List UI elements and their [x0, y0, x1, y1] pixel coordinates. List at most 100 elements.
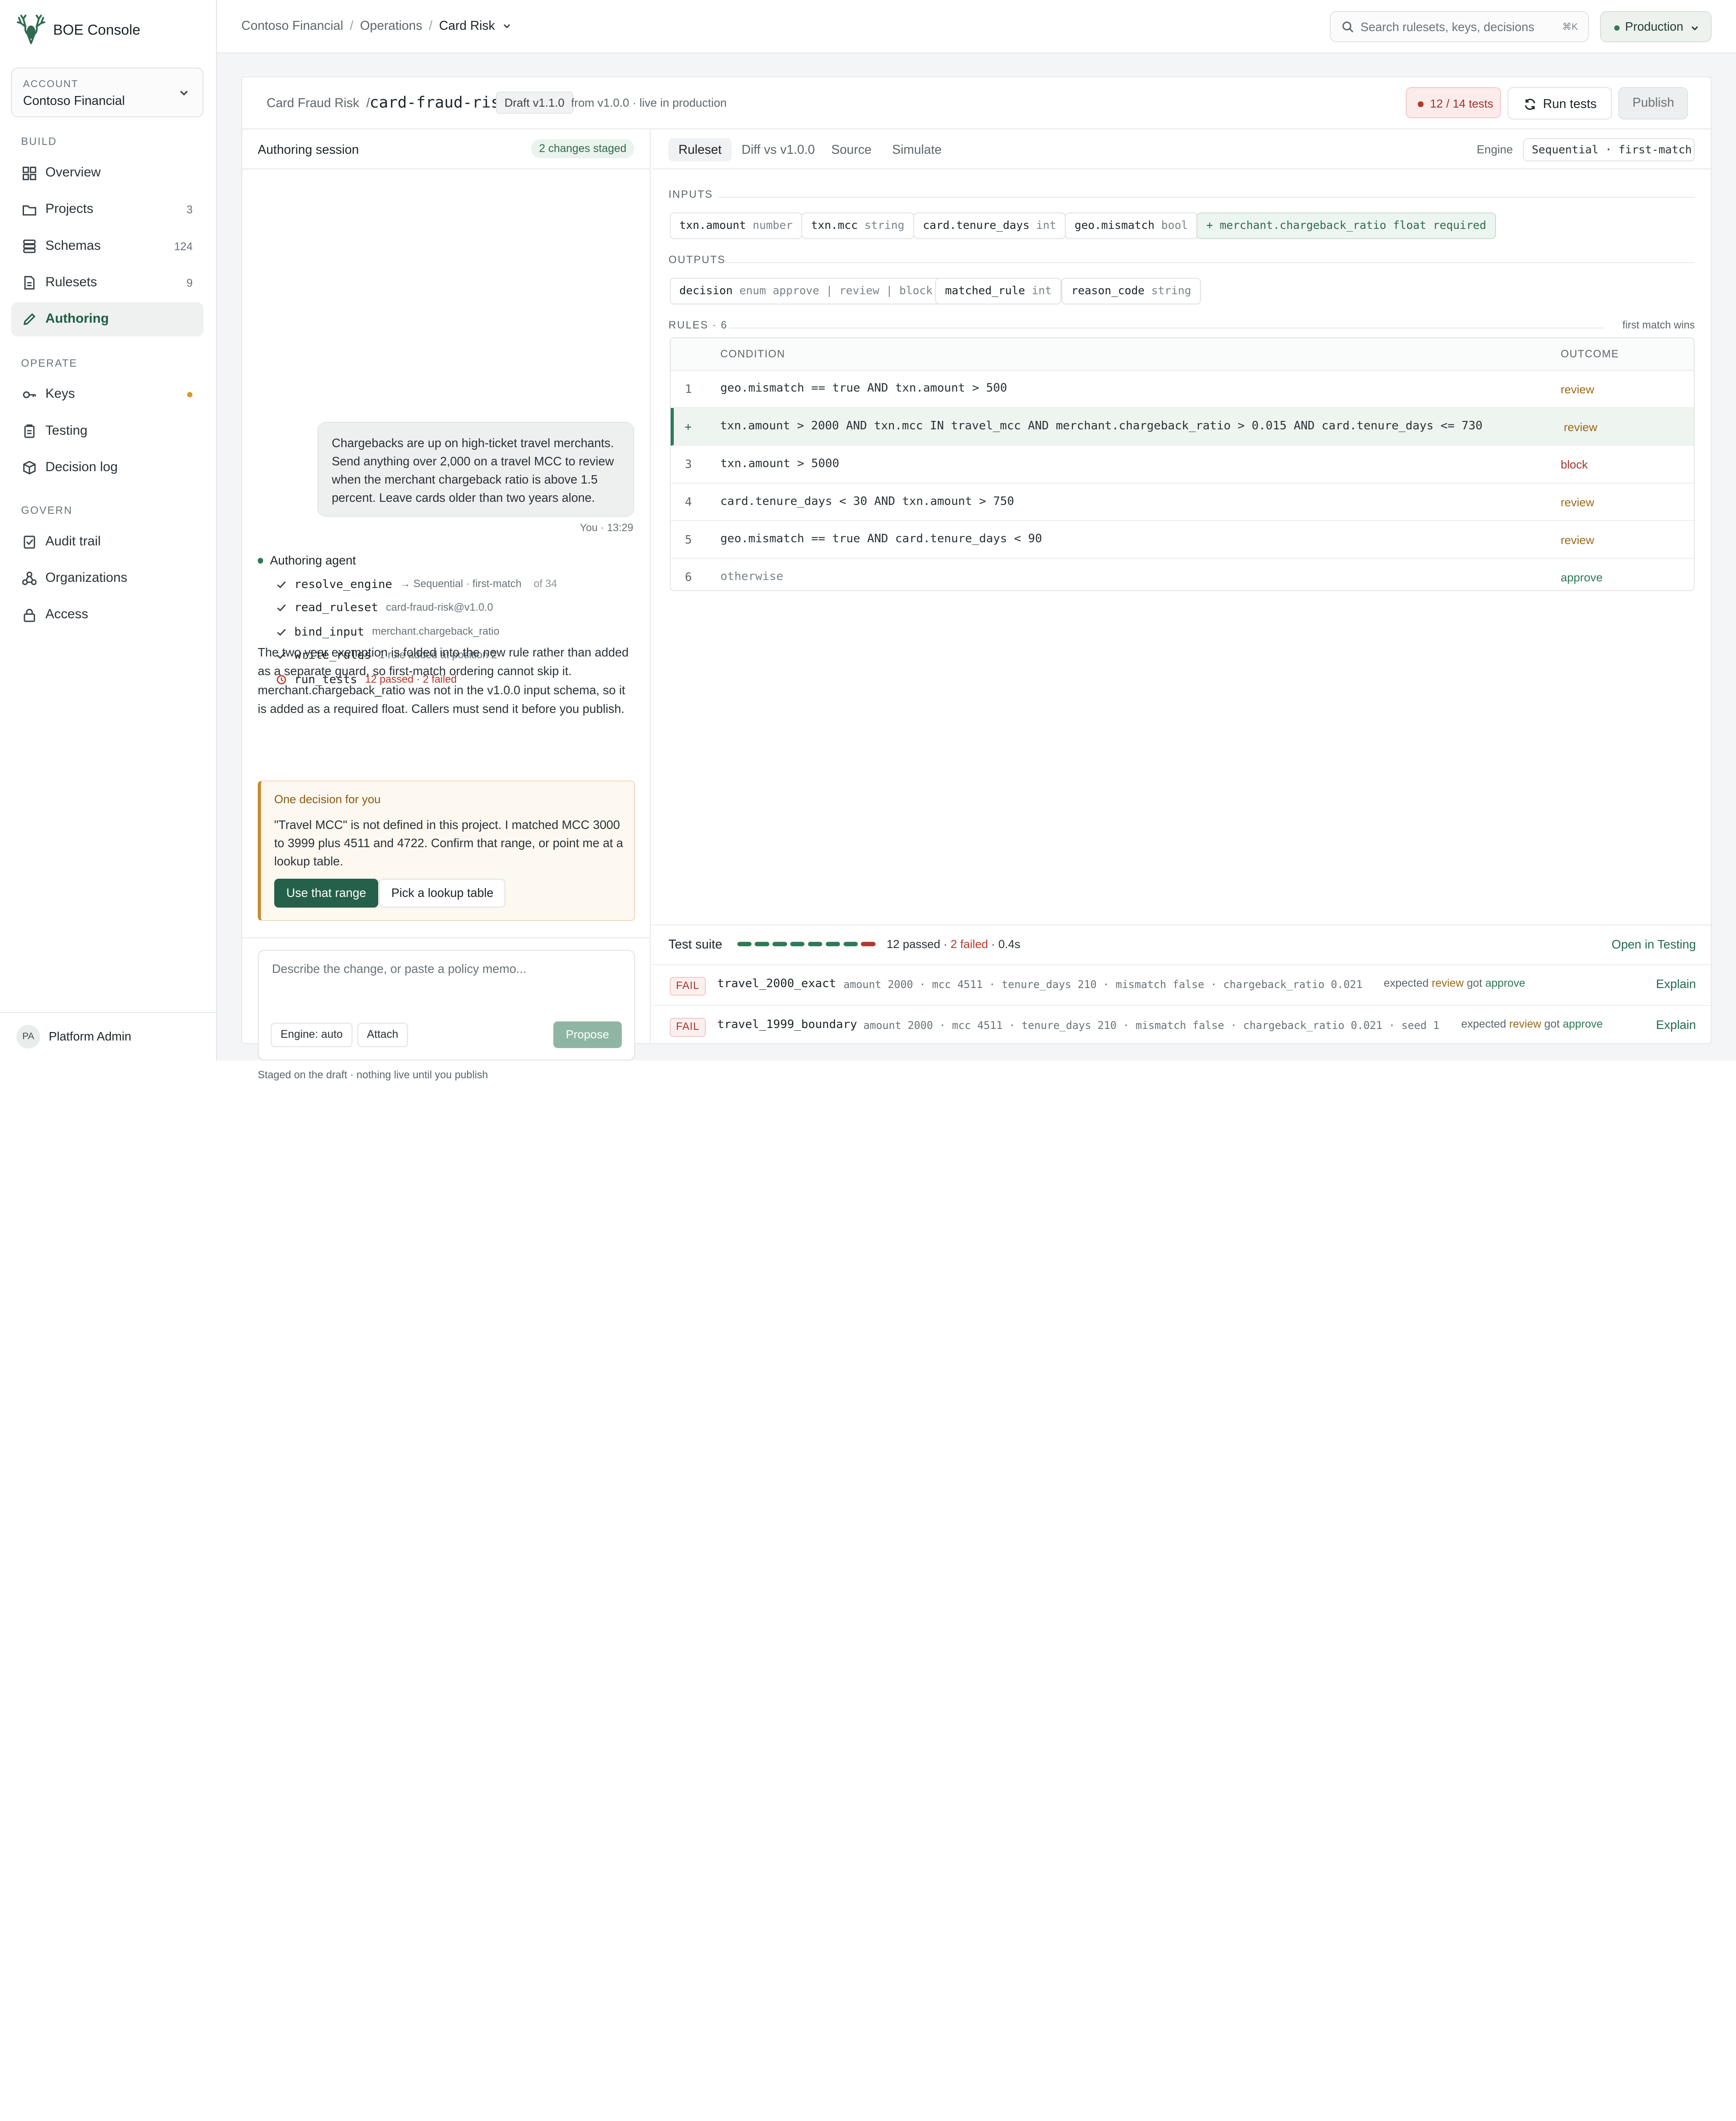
checklist-icon	[24, 536, 35, 549]
test-failure-row[interactable]: FAIL travel_2000_exact amount 2000 · mcc…	[652, 964, 1713, 1005]
tool-call[interactable]: resolve_engine → Sequential · first-matc…	[276, 576, 557, 593]
output-field-chip[interactable]: matched_rule int	[935, 277, 1062, 304]
count-badge: 124	[174, 240, 193, 253]
run-tests-button[interactable]: Run tests	[1508, 87, 1612, 120]
rule-number: 4	[684, 495, 692, 509]
tool-name: resolve_engine	[294, 577, 392, 591]
search-box[interactable]: ⌘K	[1329, 11, 1589, 42]
ruleset-editor: Ruleset Diff vs v1.0.0 Source Simulate E…	[652, 129, 1713, 1046]
ruleset-slug: card-fraud-risk	[369, 94, 510, 112]
rule-row[interactable]: 1 geo.mismatch == true AND txn.amount > …	[670, 371, 1694, 408]
test-args: amount 2000 · mcc 4511 · tenure_days 210…	[843, 978, 1363, 991]
test-suite-panel: Test suite 12 passed · 2 failed · 0.4s O…	[652, 924, 1713, 1046]
input-field-chip[interactable]: txn.mcc string	[801, 212, 914, 239]
output-field-chip[interactable]: reason_code string	[1061, 277, 1201, 304]
user-name: Platform Admin	[48, 1029, 132, 1044]
count-badge: 9	[186, 276, 193, 289]
publish-button[interactable]: Publish	[1618, 87, 1688, 120]
test-expectation: expected review got approve	[1461, 1018, 1603, 1031]
sidebar-item-overview[interactable]: Overview	[11, 156, 204, 190]
clipboard-icon	[24, 424, 35, 438]
tool-call[interactable]: bind_input merchant.chargeback_ratio	[276, 623, 500, 641]
session-header: Authoring session 2 changes staged	[242, 129, 651, 169]
tool-detail: merchant.chargeback_ratio	[372, 626, 500, 638]
engine-label: Engine	[1476, 142, 1513, 156]
engine-selector[interactable]: Sequential · first-match	[1523, 138, 1695, 162]
sidebar-item-organizations[interactable]: Organizations	[11, 561, 204, 596]
breadcrumb-item[interactable]: Operations	[360, 19, 422, 33]
tab-ruleset[interactable]: Ruleset	[668, 138, 732, 162]
sidebar-item-label: Keys	[45, 386, 75, 401]
environment-selector[interactable]: Production	[1600, 11, 1712, 42]
rule-condition: card.tenure_days < 30 AND txn.amount > 7…	[720, 494, 1014, 508]
rule-outcome: review	[1560, 533, 1594, 547]
breadcrumb-current[interactable]: Card Risk	[439, 19, 495, 33]
rule-row[interactable]: 3 txn.amount > 5000 block	[670, 446, 1694, 484]
sidebar-item-keys[interactable]: Keys	[11, 377, 204, 412]
rule-condition: txn.amount > 5000	[720, 456, 840, 470]
pencil-icon	[23, 313, 36, 325]
sidebar-item-schemas[interactable]: Schemas 124	[11, 229, 204, 264]
account-name: Contoso Financial	[23, 94, 125, 108]
tab-simulate[interactable]: Simulate	[882, 138, 952, 161]
tool-call[interactable]: read_ruleset card-fraud-risk@v1.0.0	[276, 599, 493, 616]
project-link[interactable]: Card Fraud Risk /	[267, 96, 370, 111]
engine-chip[interactable]: Engine: auto	[271, 1022, 353, 1047]
explain-link[interactable]: Explain	[1656, 977, 1696, 991]
sidebar-item-audit-trail[interactable]: Audit trail	[11, 525, 204, 559]
propose-button[interactable]: Propose	[553, 1021, 622, 1048]
output-field-chip[interactable]: decision enum approve | review | block	[669, 277, 943, 304]
tab-diff[interactable]: Diff vs v1.0.0	[732, 138, 825, 161]
brand-name: BOE Console	[53, 21, 140, 38]
tests-count: 12 / 14 tests	[1430, 97, 1493, 111]
change-description-input[interactable]	[272, 961, 624, 1006]
sidebar-item-testing[interactable]: Testing	[11, 414, 204, 448]
divider	[718, 196, 1695, 198]
rule-outcome: review	[1560, 382, 1594, 396]
test-suite-title: Test suite	[668, 937, 723, 952]
added-input-chip[interactable]: + merchant.chargeback_ratio float requir…	[1196, 212, 1496, 239]
input-field-chip[interactable]: txn.amount number	[669, 212, 803, 239]
user-menu[interactable]: PA Platform Admin	[0, 1012, 217, 1061]
attach-button[interactable]: Attach	[357, 1022, 408, 1047]
test-pass-bar	[772, 941, 787, 946]
test-failure-row[interactable]: FAIL travel_1999_boundary amount 2000 · …	[652, 1004, 1713, 1046]
sidebar-item-label: Testing	[45, 423, 88, 438]
rule-row[interactable]: 4 card.tenure_days < 30 AND txn.amount >…	[670, 484, 1694, 521]
staging-note: Staged on the draft · nothing live until…	[257, 1069, 488, 1081]
test-progress-bars	[737, 941, 876, 946]
rule-row[interactable]: 5 geo.mismatch == true AND card.tenure_d…	[670, 521, 1694, 559]
check-icon	[277, 581, 286, 588]
check-icon	[277, 628, 286, 636]
sidebar-item-rulesets[interactable]: Rulesets 9	[11, 266, 204, 300]
explain-link[interactable]: Explain	[1656, 1018, 1696, 1032]
run-tests-label: Run tests	[1543, 97, 1597, 112]
breadcrumb-item[interactable]: Contoso Financial	[241, 19, 343, 33]
tab-source[interactable]: Source	[821, 138, 882, 161]
divider	[242, 937, 651, 939]
account-switcher[interactable]: ACCOUNT Contoso Financial	[11, 67, 204, 118]
sidebar-item-authoring[interactable]: Authoring	[11, 302, 204, 337]
sidebar-item-projects[interactable]: Projects 3	[11, 192, 204, 227]
search-input[interactable]	[1360, 17, 1560, 36]
input-field-chip[interactable]: card.tenure_days int	[913, 212, 1066, 239]
input-field-chip[interactable]: geo.mismatch bool	[1064, 212, 1198, 239]
rule-number: 6	[684, 571, 692, 584]
fail-badge: FAIL	[669, 977, 706, 996]
outputs-title: OUTPUTS	[668, 254, 726, 266]
chevron-down-icon[interactable]	[501, 20, 512, 32]
sidebar-item-decision-log[interactable]: Decision log	[11, 451, 204, 485]
open-in-testing-link[interactable]: Open in Testing	[1612, 937, 1696, 952]
use-range-button[interactable]: Use that range	[274, 878, 379, 908]
refresh-icon	[1525, 98, 1536, 110]
rule-condition: otherwise	[720, 569, 784, 583]
rule-outcome: block	[1560, 458, 1588, 472]
brand[interactable]: BOE Console	[16, 13, 140, 47]
test-pass-bar	[843, 941, 858, 946]
rule-outcome: review	[1564, 420, 1597, 434]
tests-badge[interactable]: 12 / 14 tests	[1406, 87, 1501, 119]
pick-lookup-table-button[interactable]: Pick a lookup table	[379, 878, 506, 908]
rule-row[interactable]: 6 otherwise approve	[671, 559, 1694, 590]
rule-row-added[interactable]: + txn.amount > 2000 AND txn.mcc IN trave…	[670, 408, 1694, 446]
sidebar-item-access[interactable]: Access	[11, 598, 204, 632]
